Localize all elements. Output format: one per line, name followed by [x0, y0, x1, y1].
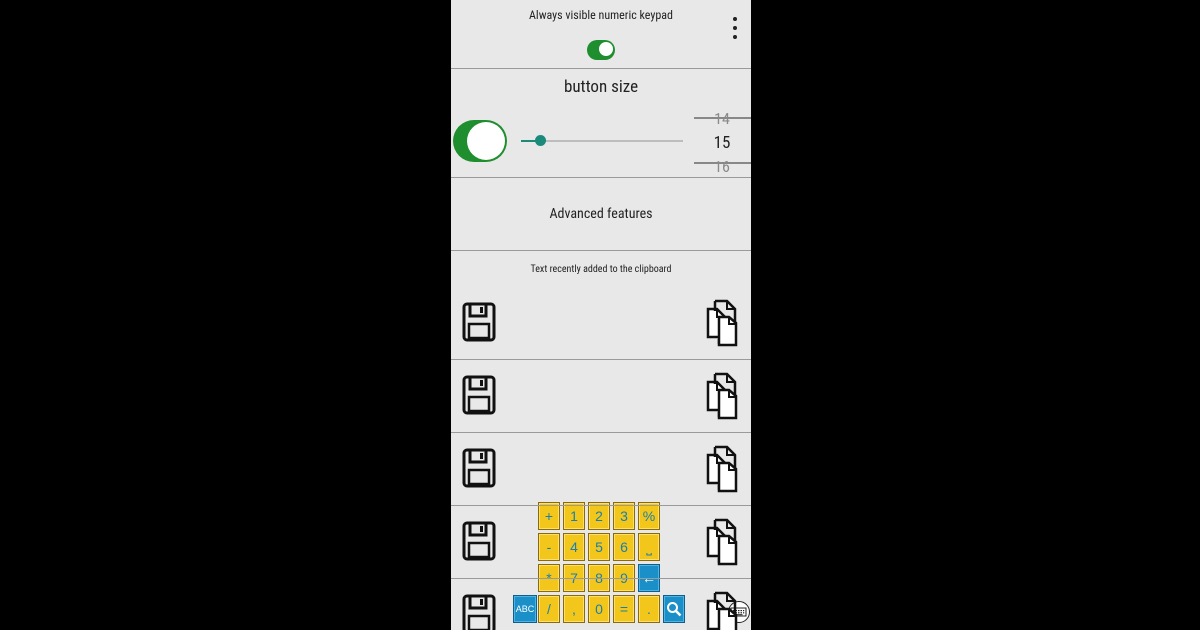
copy-documents-icon[interactable]: [705, 443, 739, 497]
key-3[interactable]: 3: [613, 502, 635, 530]
slider-thumb[interactable]: [535, 135, 547, 146]
key-,[interactable]: ,: [563, 595, 585, 623]
key--[interactable]: -: [538, 533, 560, 561]
key-5[interactable]: 5: [588, 533, 610, 561]
picker-next-value[interactable]: 16: [694, 157, 750, 176]
divider: [451, 505, 751, 506]
abc-key[interactable]: ABC: [513, 595, 537, 623]
search-icon[interactable]: [663, 595, 685, 623]
key-2[interactable]: 2: [588, 502, 610, 530]
floppy-disk-icon[interactable]: [462, 594, 496, 630]
floppy-disk-icon[interactable]: [462, 375, 496, 419]
keypad-toggle[interactable]: [587, 40, 615, 60]
button-size-label: button size: [563, 77, 639, 97]
floppy-disk-icon[interactable]: [462, 521, 496, 565]
copy-documents-icon[interactable]: [705, 370, 739, 424]
divider: [451, 250, 751, 251]
divider: [451, 432, 751, 433]
copy-documents-icon[interactable]: [705, 297, 739, 351]
divider: [451, 177, 751, 178]
divider: [451, 359, 751, 360]
floppy-disk-icon[interactable]: [462, 448, 496, 492]
key-0[interactable]: 0: [588, 595, 610, 623]
key-=[interactable]: =: [613, 595, 635, 623]
button-size-toggle[interactable]: [453, 120, 507, 162]
toggle-knob: [598, 41, 614, 57]
phone-screen: Always visible numeric keypad button siz…: [451, 0, 751, 630]
numeric-keypad: +123%-456⎵*789←/,0=.ABC: [513, 500, 691, 630]
key-space[interactable]: ⎵: [638, 533, 660, 561]
more-vert-icon[interactable]: [730, 16, 740, 42]
copy-documents-icon[interactable]: [705, 516, 739, 570]
divider: [451, 68, 751, 69]
toggle-knob: [467, 122, 505, 160]
keypad-setting-label: Always visible numeric keypad: [529, 8, 673, 22]
picker-current-value[interactable]: 15: [694, 133, 750, 153]
key-%[interactable]: %: [638, 502, 660, 530]
key-6[interactable]: 6: [613, 533, 635, 561]
advanced-features-button[interactable]: Advanced features: [451, 206, 751, 222]
key-1[interactable]: 1: [563, 502, 585, 530]
picker-prev-value[interactable]: 14: [694, 109, 750, 128]
clipboard-section-label: Text recently added to the clipboard: [530, 264, 672, 275]
divider: [451, 578, 751, 579]
floppy-disk-icon[interactable]: [462, 302, 496, 346]
copy-documents-icon[interactable]: [705, 589, 739, 630]
key-.[interactable]: .: [638, 595, 660, 623]
button-size-slider[interactable]: [521, 135, 683, 146]
key-4[interactable]: 4: [563, 533, 585, 561]
key-+[interactable]: +: [538, 502, 560, 530]
key-/[interactable]: /: [538, 595, 560, 623]
